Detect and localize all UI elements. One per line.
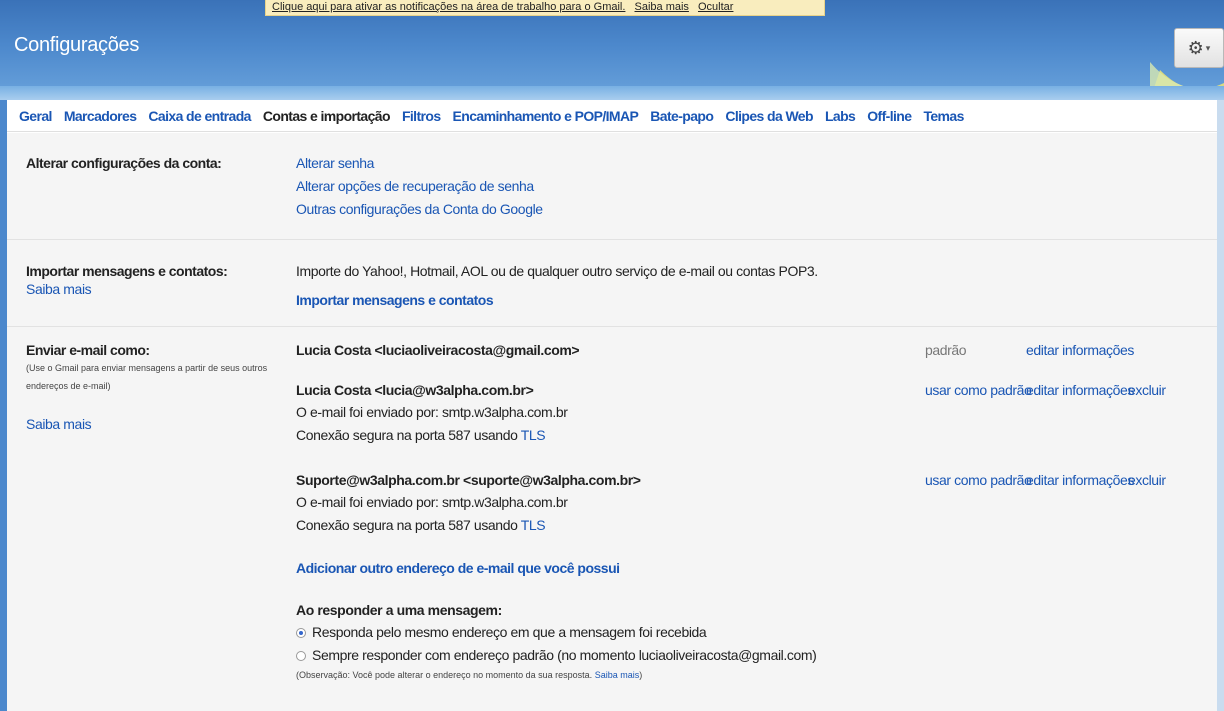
reply-option-default-address[interactable]: Sempre responder com endereço padrão (no… bbox=[296, 647, 817, 663]
sent-via-server: O e-mail foi enviado por: smtp.w3alpha.c… bbox=[296, 494, 568, 510]
tls-link[interactable]: TLS bbox=[521, 517, 546, 533]
reply-option-label: Responda pelo mesmo endereço em que a me… bbox=[312, 624, 707, 640]
send-as-hint: (Use o Gmail para enviar mensagens a par… bbox=[26, 360, 267, 394]
default-status-label: padrão bbox=[925, 342, 967, 358]
edit-info-link[interactable]: editar informações bbox=[1026, 342, 1134, 358]
page-title: Configurações bbox=[14, 34, 140, 56]
edit-info-link[interactable]: editar informações bbox=[1026, 382, 1134, 398]
secure-connection-info: Conexão segura na porta 587 usando TLS bbox=[296, 427, 546, 443]
change-recovery-options-link[interactable]: Alterar opções de recuperação de senha bbox=[296, 178, 534, 194]
tab-caixa-de-entrada[interactable]: Caixa de entrada bbox=[148, 108, 251, 124]
make-default-link[interactable]: usar como padrão bbox=[925, 472, 1032, 488]
chevron-down-icon: ▾ bbox=[1205, 42, 1211, 53]
gear-icon: ⚙ bbox=[1187, 37, 1204, 58]
send-as-label: Enviar e-mail como: bbox=[26, 342, 150, 358]
tab-temas[interactable]: Temas bbox=[923, 108, 964, 124]
send-as-learn-more-link[interactable]: Saiba mais bbox=[26, 416, 92, 432]
notice-learn-more-link[interactable]: Saiba mais bbox=[635, 1, 689, 13]
settings-tabs: Geral Marcadores Caixa de entrada Contas… bbox=[7, 100, 1217, 132]
tab-bate-papo[interactable]: Bate-papo bbox=[650, 108, 714, 124]
delete-address-link[interactable]: excluir bbox=[1128, 382, 1166, 398]
import-messages-link[interactable]: Importar mensagens e contatos bbox=[296, 292, 494, 308]
reply-option-label: Sempre responder com endereço padrão (no… bbox=[312, 647, 817, 663]
tab-off-line[interactable]: Off-line bbox=[867, 108, 912, 124]
make-default-link[interactable]: usar como padrão bbox=[925, 382, 1032, 398]
desktop-notification-banner: Clique aqui para ativar as notificações … bbox=[265, 0, 825, 16]
send-as-address: Lucia Costa <luciaoliveiracosta@gmail.co… bbox=[296, 342, 580, 358]
tab-clipes-da-web[interactable]: Clipes da Web bbox=[725, 108, 813, 124]
edit-info-link[interactable]: editar informações bbox=[1026, 472, 1134, 488]
google-account-settings-link[interactable]: Outras configurações da Conta do Google bbox=[296, 201, 543, 217]
add-email-address-link[interactable]: Adicionar outro endereço de e-mail que v… bbox=[296, 560, 620, 576]
reply-option-same-address[interactable]: Responda pelo mesmo endereço em que a me… bbox=[296, 624, 707, 640]
settings-gear-button[interactable]: ⚙ ▾ bbox=[1174, 28, 1224, 68]
import-label: Importar mensagens e contatos: bbox=[26, 263, 228, 279]
secure-connection-text: Conexão segura na porta 587 usando bbox=[296, 517, 518, 533]
settings-content: Alterar configurações da conta: Alterar … bbox=[7, 133, 1217, 711]
tab-contas-e-importacao[interactable]: Contas e importação bbox=[263, 108, 391, 124]
secure-connection-info: Conexão segura na porta 587 usando TLS bbox=[296, 517, 546, 533]
tls-link[interactable]: TLS bbox=[521, 427, 546, 443]
notice-hide-link[interactable]: Ocultar bbox=[698, 1, 733, 13]
send-as-hint-line-2: endereços de e-mail) bbox=[26, 381, 111, 391]
header-bottom-band bbox=[0, 86, 1224, 100]
tab-filtros[interactable]: Filtros bbox=[402, 108, 441, 124]
right-frame-border bbox=[1217, 100, 1224, 711]
reply-note-close-paren: ) bbox=[639, 670, 643, 680]
reply-note-text: (Observação: Você pode alterar o endereç… bbox=[296, 670, 593, 680]
delete-address-link[interactable]: excluir bbox=[1128, 472, 1166, 488]
send-as-hint-line-1: (Use o Gmail para enviar mensagens a par… bbox=[26, 363, 268, 373]
send-as-section: Enviar e-mail como: (Use o Gmail para en… bbox=[7, 327, 1217, 711]
import-description: Importe do Yahoo!, Hotmail, AOL ou de qu… bbox=[296, 263, 818, 279]
account-settings-section: Alterar configurações da conta: Alterar … bbox=[7, 133, 1217, 240]
tab-labs[interactable]: Labs bbox=[825, 108, 856, 124]
sent-via-server: O e-mail foi enviado por: smtp.w3alpha.c… bbox=[296, 404, 568, 420]
reply-note: (Observação: Você pode alterar o endereç… bbox=[296, 667, 642, 683]
radio-selected[interactable] bbox=[296, 628, 306, 638]
notice-text[interactable]: Clique aqui para ativar as notificações … bbox=[272, 1, 625, 13]
account-settings-label: Alterar configurações da conta: bbox=[26, 155, 222, 171]
radio-unselected[interactable] bbox=[296, 651, 306, 661]
send-as-address: Lucia Costa <lucia@w3alpha.com.br> bbox=[296, 382, 534, 398]
import-learn-more-link[interactable]: Saiba mais bbox=[26, 281, 92, 297]
reply-heading: Ao responder a uma mensagem: bbox=[296, 602, 502, 618]
tab-geral[interactable]: Geral bbox=[19, 108, 52, 124]
left-frame-border bbox=[0, 100, 7, 711]
import-section: Importar mensagens e contatos: Saiba mai… bbox=[7, 240, 1217, 327]
change-password-link[interactable]: Alterar senha bbox=[296, 155, 374, 171]
send-as-address: Suporte@w3alpha.com.br <suporte@w3alpha.… bbox=[296, 472, 641, 488]
reply-note-learn-more-link[interactable]: Saiba mais bbox=[595, 670, 640, 680]
secure-connection-text: Conexão segura na porta 587 usando bbox=[296, 427, 518, 443]
tab-encaminhamento-pop-imap[interactable]: Encaminhamento e POP/IMAP bbox=[453, 108, 639, 124]
settings-header: Clique aqui para ativar as notificações … bbox=[0, 0, 1224, 100]
tab-marcadores[interactable]: Marcadores bbox=[64, 108, 137, 124]
